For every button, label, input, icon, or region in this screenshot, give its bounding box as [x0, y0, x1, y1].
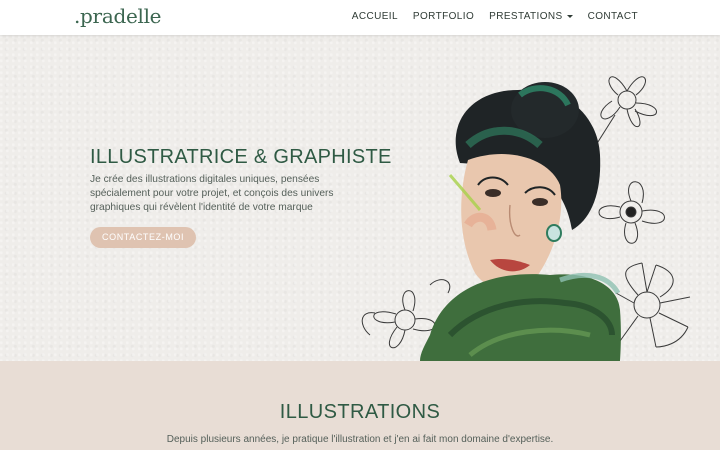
flower-right-icon: [598, 181, 665, 244]
contact-button[interactable]: CONTACTEZ-MOI: [90, 227, 197, 248]
hero-title: ILLUSTRATRICE & GRAPHISTE: [90, 146, 392, 168]
nav-contact[interactable]: CONTACT: [588, 11, 638, 22]
nav-accueil[interactable]: ACCUEIL: [352, 11, 398, 22]
flower-top-icon: [595, 76, 657, 146]
section-title: ILLUSTRATIONS: [279, 401, 441, 423]
site-header: .pradelle ACCUEIL PORTFOLIO PRESTATIONS …: [0, 0, 720, 35]
hero-section: ILLUSTRATRICE & GRAPHISTE Je crée des il…: [0, 35, 720, 361]
section-description: Depuis plusieurs années, je pratique l'i…: [166, 434, 554, 445]
hero-description: Je crée des illustrations digitales uniq…: [90, 174, 334, 213]
nav-portfolio[interactable]: PORTFOLIO: [413, 11, 474, 22]
nav-prestations-label: PRESTATIONS: [489, 11, 563, 22]
flower-bottom-right-icon: [615, 262, 691, 348]
portrait-illustration: [361, 76, 691, 361]
main-nav: ACCUEIL PORTFOLIO PRESTATIONS CONTACT: [352, 11, 638, 22]
illustrations-section: ILLUSTRATIONS Depuis plusieurs années, j…: [0, 361, 720, 450]
chevron-down-icon: [566, 14, 573, 18]
logo[interactable]: .pradelle: [74, 4, 162, 28]
nav-prestations-dropdown[interactable]: PRESTATIONS: [489, 11, 573, 22]
